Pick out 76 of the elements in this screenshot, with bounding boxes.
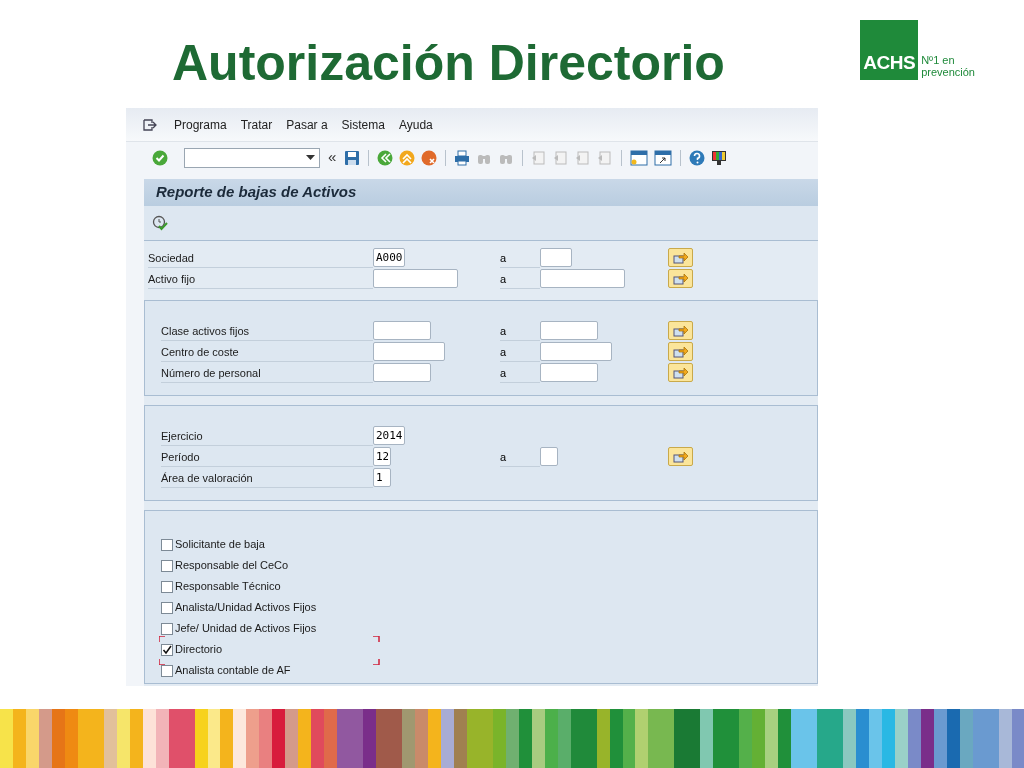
dropdown-caret-icon[interactable] [306, 155, 315, 160]
from-field[interactable] [373, 342, 445, 361]
checkbox-option[interactable]: Directorio [161, 639, 225, 660]
field-label: Número de personal [161, 362, 373, 383]
print-icon[interactable] [454, 149, 471, 166]
to-field[interactable] [540, 321, 598, 340]
arrow-into-box-icon [672, 251, 689, 264]
checkbox-option[interactable]: Responsable Técnico [161, 576, 283, 597]
check-icon[interactable] [152, 149, 168, 166]
shortcut-icon[interactable] [654, 149, 673, 166]
menu-item[interactable]: Ayuda [396, 115, 435, 134]
checkbox-option[interactable]: Jefe/ Unidad de Activos Fijos [161, 618, 319, 639]
multiple-selection-button[interactable] [668, 363, 693, 382]
help-icon[interactable] [689, 149, 706, 166]
first-page-icon[interactable] [531, 149, 548, 166]
menu-item[interactable]: Programa [172, 115, 229, 134]
checkbox[interactable] [161, 559, 173, 572]
multiple-selection-button[interactable] [668, 248, 693, 267]
slide-title: Autorización Directorio [172, 34, 725, 93]
checkbox[interactable] [161, 601, 173, 614]
from-field[interactable]: A000 [373, 248, 405, 267]
checkbox-option[interactable]: Responsable del CeCo [161, 555, 291, 576]
monitor-icon[interactable] [711, 149, 728, 166]
field-label: Período [161, 446, 373, 467]
logo-mark: ACHS [860, 20, 919, 80]
arrow-into-box-icon [672, 272, 689, 285]
to-field[interactable] [540, 342, 612, 361]
field-label: Centro de coste [161, 341, 373, 362]
arrow-into-box-icon [672, 366, 689, 379]
to-field[interactable] [540, 447, 558, 466]
from-field[interactable] [373, 363, 431, 382]
cancel-icon[interactable] [421, 149, 438, 166]
from-field[interactable]: 1 [373, 468, 391, 487]
execute-clock-icon[interactable] [152, 215, 168, 231]
previous-page-icon[interactable] [553, 149, 570, 166]
checkbox-option[interactable]: Solicitante de baja [161, 534, 267, 555]
checkbox[interactable] [161, 664, 173, 677]
from-field[interactable] [373, 269, 458, 288]
menu-item[interactable]: Pasar a [284, 115, 330, 134]
from-field[interactable]: 2014 [373, 426, 405, 445]
field-label: Activo fijo [148, 268, 373, 289]
multiple-selection-button[interactable] [668, 269, 693, 288]
checkbox-option[interactable]: Analista/Unidad Activos Fijos [161, 597, 319, 618]
arrow-into-box-icon [672, 450, 689, 463]
field-label: Ejercicio [161, 425, 373, 446]
checkbox[interactable] [161, 643, 173, 656]
field-label: Área de valoración [161, 467, 373, 488]
to-field[interactable] [540, 363, 598, 382]
multiple-selection-button[interactable] [668, 321, 693, 340]
multiple-selection-button[interactable] [668, 342, 693, 361]
logo-tagline: Nº1 en prevención [921, 54, 975, 80]
up-icon[interactable] [399, 149, 416, 166]
back-icon[interactable] [377, 149, 394, 166]
last-page-icon[interactable] [597, 149, 614, 166]
arrow-into-box-icon [672, 345, 689, 358]
from-field[interactable] [373, 321, 431, 340]
arrow-into-box-icon [672, 324, 689, 337]
menu-item[interactable]: Tratar [238, 115, 275, 134]
collapse-toolbar-button[interactable]: « [328, 146, 337, 169]
checkbox[interactable] [161, 538, 173, 551]
from-field[interactable]: 12 [373, 447, 391, 466]
multiple-selection-button[interactable] [668, 447, 693, 466]
checkbox[interactable] [161, 622, 173, 635]
menu-item[interactable]: Sistema [339, 115, 387, 134]
checkbox-option[interactable]: Analista contable de AF [161, 660, 293, 681]
to-field[interactable] [540, 248, 572, 267]
new-window-icon[interactable] [630, 149, 649, 166]
save-icon[interactable] [344, 149, 361, 166]
field-label: Clase activos fijos [161, 320, 373, 341]
to-field[interactable] [540, 269, 625, 288]
menu-icon[interactable] [142, 117, 158, 132]
screen-title: Reporte de bajas de Activos [156, 182, 357, 203]
next-page-icon[interactable] [575, 149, 592, 166]
field-label: Sociedad [148, 247, 373, 268]
checkbox[interactable] [161, 580, 173, 593]
command-field[interactable] [184, 147, 320, 168]
